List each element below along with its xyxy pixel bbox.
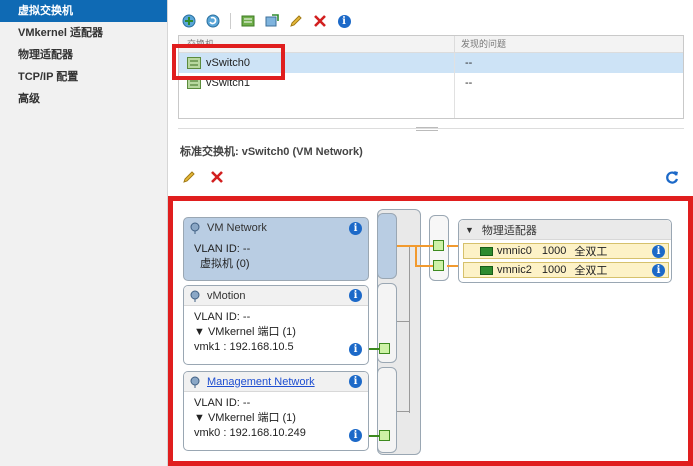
nic-icon <box>480 246 493 256</box>
vmkernel-port-address: vmk1 : 192.168.10.5 <box>194 341 294 353</box>
uplink-port-icon[interactable] <box>433 240 444 251</box>
port-group-header: Management Network i <box>184 372 368 392</box>
management-network-link[interactable]: Management Network <box>207 376 315 388</box>
info-icon[interactable]: i <box>349 343 362 356</box>
port-group-management-network[interactable]: Management Network i VLAN ID: -- ▼ VMker… <box>183 371 369 451</box>
info-icon[interactable]: i <box>349 221 362 235</box>
sidebar-item-tcpip-config[interactable]: TCP/IP 配置 <box>0 66 167 88</box>
nic-duplex: 全双工 <box>574 265 608 277</box>
collapse-icon[interactable]: ▼ <box>465 225 474 235</box>
internal-link <box>397 321 409 322</box>
uplink-port-icon[interactable] <box>433 260 444 271</box>
port-group-name: VM Network <box>207 222 267 234</box>
nic-name: vmnic0 <box>497 245 532 257</box>
detail-toolbar <box>180 168 226 186</box>
toolbar-separator <box>230 13 231 29</box>
info-icon[interactable]: i <box>335 12 353 30</box>
port-group-header: VM Network i <box>184 218 368 238</box>
switch-issues: -- <box>465 57 473 69</box>
delete-icon[interactable] <box>208 168 226 186</box>
uplink-wire <box>415 245 417 267</box>
vlan-id: VLAN ID: -- <box>194 397 251 409</box>
vm-count: 虚拟机 (0) <box>200 258 250 270</box>
info-icon[interactable]: i <box>652 264 665 277</box>
nic-name: vmnic2 <box>497 264 532 276</box>
nic-icon <box>480 265 493 275</box>
migrate-icon[interactable] <box>263 12 281 30</box>
sidebar: 虚拟交换机 VMkernel 适配器 物理适配器 TCP/IP 配置 高级 <box>0 0 168 466</box>
delete-icon[interactable] <box>311 12 329 30</box>
info-icon[interactable]: i <box>349 429 362 442</box>
column-header-issues[interactable]: 发现的问题 <box>455 36 683 52</box>
vmkernel-port-icon[interactable] <box>379 430 390 441</box>
port-group-name: vMotion <box>207 289 246 302</box>
nic-duplex: 全双工 <box>574 246 608 258</box>
edit-icon[interactable] <box>287 12 305 30</box>
vmkernel-port-toggle[interactable]: ▼ VMkernel 端口 (1) <box>194 325 368 340</box>
sidebar-item-virtual-switches[interactable]: 虚拟交换机 <box>0 0 167 22</box>
highlight-box <box>172 44 285 80</box>
vmkernel-port-toggle[interactable]: ▼ VMkernel 端口 (1) <box>194 411 368 426</box>
internal-link <box>397 411 409 412</box>
vmkernel-port-icon[interactable] <box>379 343 390 354</box>
detail-title: 标准交换机: vSwitch0 (VM Network) <box>180 146 363 158</box>
uplink-wire <box>415 265 435 267</box>
add-host-networking-icon[interactable] <box>180 12 198 30</box>
physical-adapters-header[interactable]: ▼ 物理适配器 <box>459 220 671 240</box>
port-group-icon <box>190 290 200 302</box>
pane-splitter[interactable] <box>168 126 693 132</box>
port-group-vm-network[interactable]: VM Network i VLAN ID: -- 虚拟机 (0) <box>183 217 369 281</box>
nic-row[interactable]: vmnic0 1000 全双工 i <box>463 243 669 259</box>
nic-row[interactable]: vmnic2 1000 全双工 i <box>463 262 669 278</box>
sidebar-item-physical-adapters[interactable]: 物理适配器 <box>0 44 167 66</box>
physical-adapters-title: 物理适配器 <box>481 224 537 237</box>
switch-toolbar: i <box>180 10 353 32</box>
port-group-vmotion[interactable]: vMotion i VLAN ID: -- ▼ VMkernel 端口 (1) … <box>183 285 369 365</box>
refresh-icon[interactable] <box>663 168 681 186</box>
nic-speed: 1000 <box>541 245 567 257</box>
info-icon[interactable]: i <box>349 375 362 388</box>
port-group-icon <box>190 222 200 234</box>
vmkernel-port-address: vmk0 : 192.168.10.249 <box>194 427 306 439</box>
column-divider <box>454 60 455 118</box>
info-icon[interactable]: i <box>652 245 665 258</box>
switch-topology-diagram: VM Network i VLAN ID: -- 虚拟机 (0) vMotion… <box>168 196 693 466</box>
nic-speed: 1000 <box>541 264 567 276</box>
vlan-id: VLAN ID: -- <box>194 243 251 255</box>
sidebar-item-vmkernel-adapters[interactable]: VMkernel 适配器 <box>0 22 167 44</box>
port-group-icon <box>190 376 200 388</box>
port-group-header: vMotion i <box>184 286 368 306</box>
refresh-network-icon[interactable] <box>204 12 222 30</box>
switch-issues: -- <box>465 77 473 89</box>
vlan-id: VLAN ID: -- <box>194 311 251 323</box>
add-vswitch-icon[interactable] <box>239 12 257 30</box>
sidebar-item-advanced[interactable]: 高级 <box>0 88 167 110</box>
physical-adapters-panel: ▼ 物理适配器 vmnic0 1000 全双工 i vmnic2 1000 全双… <box>458 219 672 283</box>
internal-link <box>409 245 410 413</box>
info-icon[interactable]: i <box>349 289 362 302</box>
edit-icon[interactable] <box>180 168 198 186</box>
vm-network-port-segment <box>377 213 397 279</box>
